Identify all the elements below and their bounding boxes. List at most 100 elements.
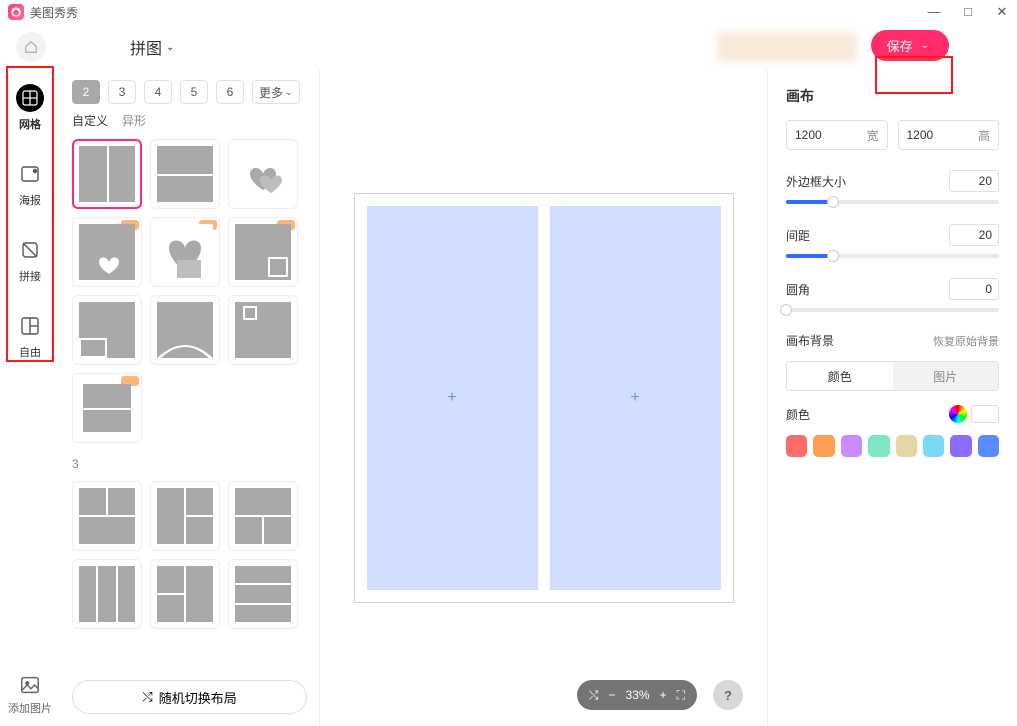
border-label: 外边框大小 (786, 173, 846, 190)
canvas-area: + + ⤭ − 33% + ⛶ ? (320, 70, 767, 726)
template-item[interactable] (150, 217, 220, 287)
template-item[interactable] (72, 139, 142, 209)
nav-label: 海报 (19, 192, 41, 208)
template-item[interactable] (150, 559, 220, 629)
random-layout-label: 随机切换布局 (159, 688, 237, 707)
template-item[interactable] (228, 139, 298, 209)
template-item[interactable] (150, 139, 220, 209)
current-color-swatch[interactable] (971, 405, 999, 423)
template-item[interactable] (228, 559, 298, 629)
bg-tab-color[interactable]: 颜色 (787, 362, 893, 390)
template-item[interactable] (72, 559, 142, 629)
template-panel: 2 3 4 5 6 更多⌄ 自定义 异形 3 (60, 70, 320, 726)
count-tab-4[interactable]: 4 (144, 80, 172, 104)
border-slider[interactable] (786, 200, 999, 204)
color-swatch[interactable] (923, 435, 944, 457)
plus-icon: + (630, 389, 639, 407)
window-close[interactable]: ✕ (995, 4, 1009, 20)
color-swatch[interactable] (841, 435, 862, 457)
random-layout-button[interactable]: ⤭ 随机切换布局 (72, 680, 307, 714)
reset-bg-button[interactable]: 恢复原始背景 (933, 333, 999, 349)
topbar: 拼图 ⌄ 保存 ⌄ (0, 24, 1017, 70)
width-input[interactable]: 1200 宽 (786, 120, 888, 150)
nav-item-grid[interactable]: 网格 (16, 84, 44, 132)
window-minimize[interactable]: — (927, 4, 941, 20)
save-button-label: 保存 (887, 36, 913, 55)
poster-icon (16, 160, 44, 188)
grid-icon (16, 84, 44, 112)
promo-tag (717, 32, 857, 62)
canvas-slot-1[interactable]: + (367, 206, 538, 590)
count-tab-more[interactable]: 更多⌄ (252, 80, 300, 104)
color-label: 颜色 (786, 406, 810, 423)
canvas-slot-2[interactable]: + (550, 206, 721, 590)
section-3-label: 3 (72, 457, 301, 471)
template-item[interactable] (72, 217, 142, 287)
canvas-toolbar: ⤭ − 33% + ⛶ (577, 680, 697, 710)
template-item[interactable] (72, 295, 142, 365)
chevron-down-icon: ⌄ (166, 42, 174, 53)
color-swatch[interactable] (896, 435, 917, 457)
window-maximize[interactable]: □ (961, 4, 975, 20)
template-item[interactable] (228, 217, 298, 287)
gap-slider[interactable] (786, 254, 999, 258)
zoom-level: 33% (626, 688, 650, 702)
nav-item-free[interactable]: 自由 (16, 312, 44, 360)
radius-slider[interactable] (786, 308, 999, 312)
nav-label: 自由 (19, 344, 41, 360)
color-swatches (786, 435, 999, 457)
radius-value[interactable]: 0 (949, 278, 999, 300)
mode-label: 拼图 (130, 35, 162, 59)
bg-type-tabs: 颜色 图片 (786, 361, 999, 391)
color-swatch[interactable] (950, 435, 971, 457)
stitch-icon (16, 236, 44, 264)
nav-item-poster[interactable]: 海报 (16, 160, 44, 208)
nav-label: 拼接 (19, 268, 41, 284)
add-picture-label: 添加图片 (8, 700, 52, 716)
height-input[interactable]: 1200 高 (898, 120, 1000, 150)
mode-dropdown[interactable]: 拼图 ⌄ (130, 35, 174, 59)
panel-title: 画布 (786, 86, 999, 106)
color-wheel-button[interactable] (949, 405, 967, 423)
canvas-frame[interactable]: + + (354, 193, 734, 603)
chevron-down-icon: ⌄ (921, 40, 929, 51)
home-button[interactable] (16, 32, 46, 62)
app-name: 美图秀秀 (30, 4, 78, 21)
image-icon (19, 674, 41, 696)
add-picture-button[interactable]: 添加图片 (8, 674, 52, 716)
template-item[interactable] (72, 373, 142, 443)
count-tab-3[interactable]: 3 (108, 80, 136, 104)
bg-tab-image[interactable]: 图片 (893, 362, 999, 390)
count-tab-5[interactable]: 5 (180, 80, 208, 104)
shuffle-icon[interactable]: ⤭ (589, 688, 599, 703)
zoom-in-button[interactable]: + (660, 688, 667, 702)
border-value[interactable]: 20 (949, 170, 999, 192)
help-button[interactable]: ? (713, 680, 743, 710)
template-item[interactable] (228, 295, 298, 365)
radius-slider-row: 圆角 0 (786, 278, 999, 312)
nav-item-stitch[interactable]: 拼接 (16, 236, 44, 284)
gap-value[interactable]: 20 (949, 224, 999, 246)
border-slider-row: 外边框大小 20 (786, 170, 999, 204)
color-swatch[interactable] (868, 435, 889, 457)
save-button[interactable]: 保存 ⌄ (871, 30, 949, 61)
subcat-custom[interactable]: 自定义 (72, 112, 108, 129)
subcat-shape[interactable]: 异形 (122, 112, 146, 129)
color-swatch[interactable] (813, 435, 834, 457)
template-item[interactable] (72, 481, 142, 551)
color-swatch[interactable] (786, 435, 807, 457)
fit-icon[interactable]: ⛶ (677, 688, 685, 703)
template-item[interactable] (150, 295, 220, 365)
count-tab-2[interactable]: 2 (72, 80, 100, 104)
zoom-out-button[interactable]: − (609, 688, 616, 702)
plus-icon: + (447, 389, 456, 407)
shuffle-icon: ⤭ (142, 689, 152, 705)
color-swatch[interactable] (978, 435, 999, 457)
app-logo (8, 4, 24, 20)
nav-label: 网格 (19, 116, 41, 132)
template-item[interactable] (228, 481, 298, 551)
free-icon (16, 312, 44, 340)
count-tab-6[interactable]: 6 (216, 80, 244, 104)
template-item[interactable] (150, 481, 220, 551)
count-tabs: 2 3 4 5 6 更多⌄ (72, 80, 307, 104)
